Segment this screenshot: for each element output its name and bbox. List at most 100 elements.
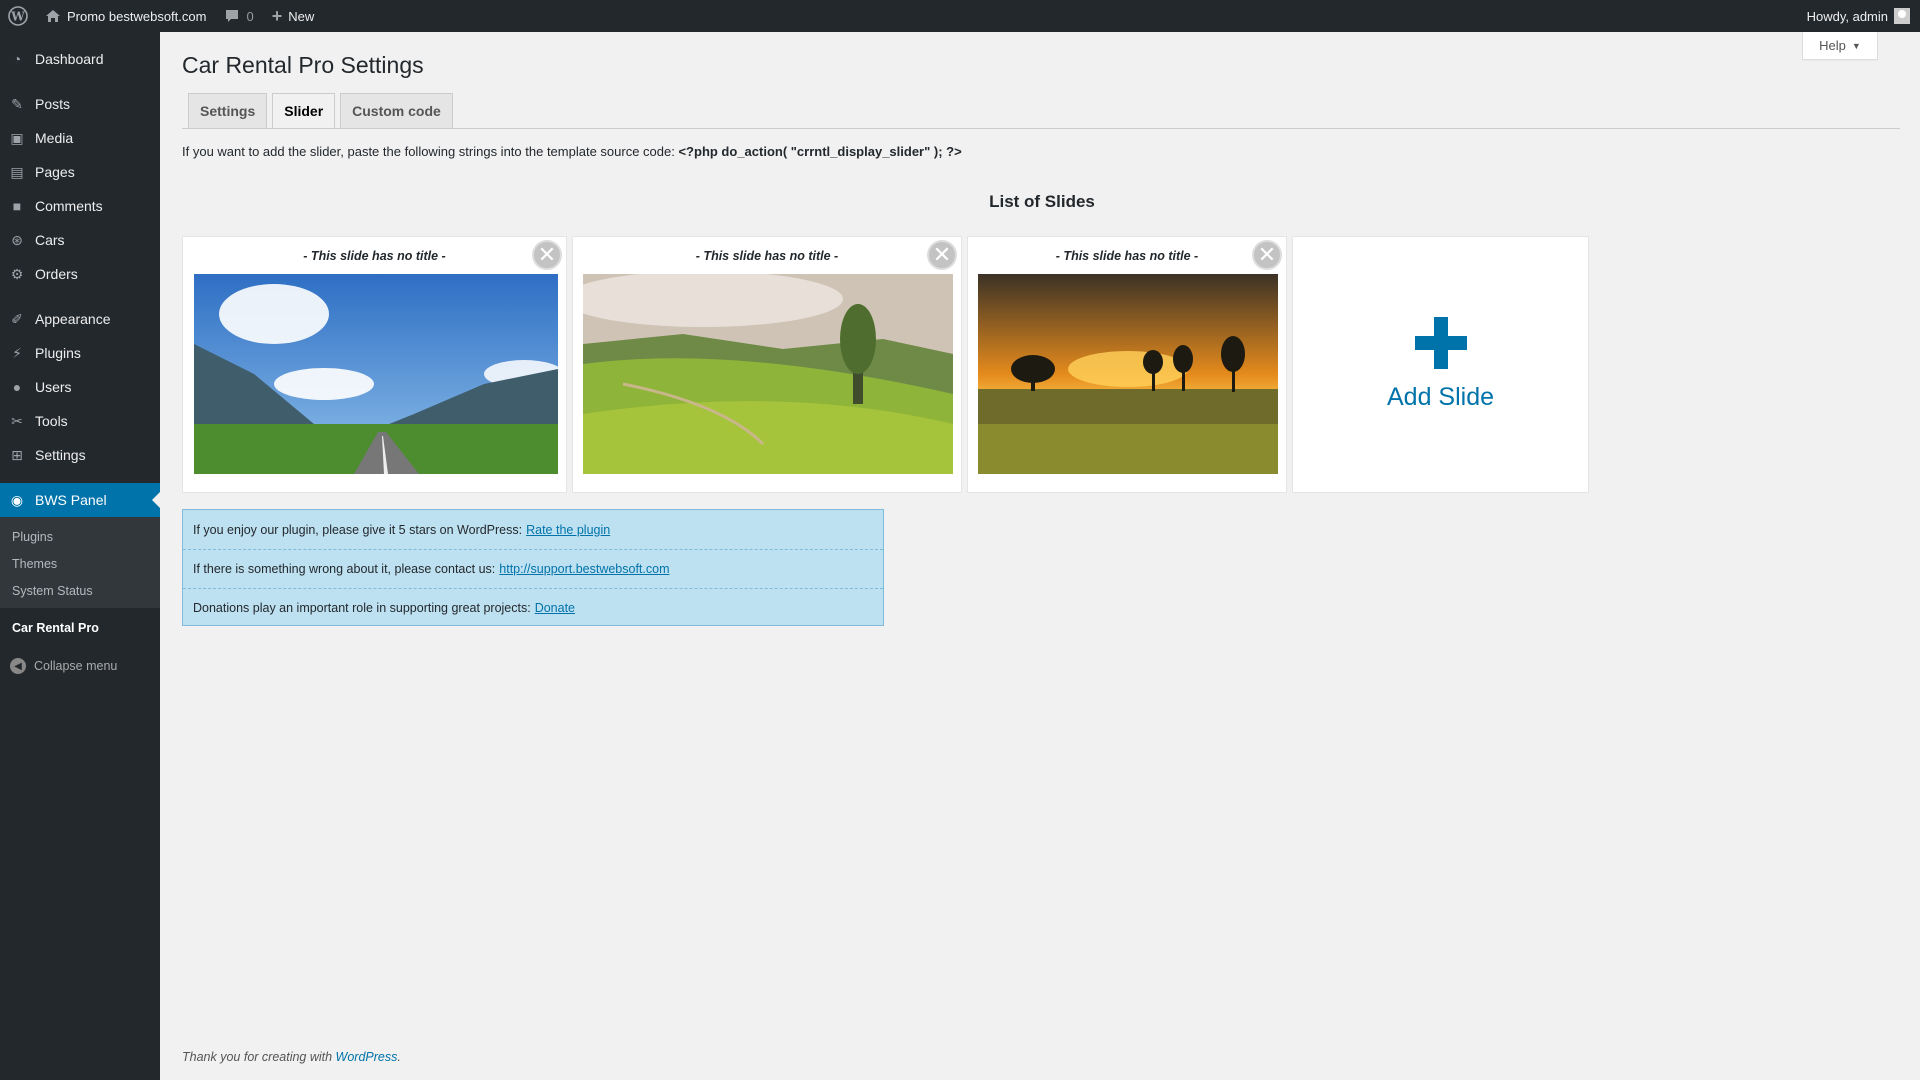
site-name-link[interactable]: Promo bestwebsoft.com <box>36 0 215 32</box>
menu-car-rental-pro[interactable]: Car Rental Pro <box>0 608 160 646</box>
sliders-icon: ⊞ <box>11 446 23 463</box>
admin-bar: W Promo bestwebsoft.com 0 + New Howdy, a… <box>0 0 1920 32</box>
tab-slider[interactable]: Slider <box>272 93 336 129</box>
menu-appearance[interactable]: ✐ Appearance <box>0 302 160 336</box>
menu-label: Appearance <box>35 311 111 327</box>
rate-row: If you enjoy our plugin, please give it … <box>183 510 883 549</box>
collapse-arrow-icon: ◀ <box>10 658 26 674</box>
gear-icon: ⚙ <box>10 265 24 282</box>
footer-credit: Thank you for creating with WordPress. <box>182 1050 401 1064</box>
comment-icon <box>226 10 239 22</box>
menu-plugins[interactable]: ⚡ Plugins <box>0 336 160 370</box>
slide-image-green-hills[interactable] <box>583 274 953 474</box>
help-label: Help <box>1819 38 1846 53</box>
media-icon: ▣ <box>10 129 24 146</box>
footer-text: Thank you for creating with <box>182 1050 336 1064</box>
menu-comments[interactable]: ■ Comments <box>0 189 160 223</box>
home-icon <box>46 10 60 22</box>
rate-text: If you enjoy our plugin, please give it … <box>193 522 523 537</box>
bws-submenu: Plugins Themes System Status <box>0 517 160 608</box>
new-content-link[interactable]: + New <box>263 0 324 32</box>
support-link[interactable]: http://support.bestwebsoft.com <box>499 562 669 576</box>
menu-settings[interactable]: ⊞ Settings <box>0 438 160 472</box>
delete-slide-icon[interactable]: ✕ <box>532 240 562 270</box>
slider-hint: If you want to add the slider, paste the… <box>182 144 962 159</box>
slide-title: - This slide has no title - <box>1055 249 1199 263</box>
pin-icon: ✎ <box>11 95 23 112</box>
comment-icon: ■ <box>12 198 22 214</box>
add-slide-label: Add Slide <box>1386 383 1495 411</box>
delete-slide-icon[interactable]: ✕ <box>927 240 957 270</box>
menu-label: Users <box>35 379 72 395</box>
menu-label: Dashboard <box>35 51 104 67</box>
plus-icon: + <box>271 5 283 26</box>
pages-icon: ▤ <box>10 163 24 180</box>
menu-label: Cars <box>35 232 65 248</box>
wordpress-link[interactable]: WordPress <box>336 1050 398 1064</box>
slide-image-sunset-field[interactable] <box>978 274 1278 474</box>
collapse-menu-button[interactable]: ◀ Collapse menu <box>0 646 160 686</box>
tab-settings[interactable]: Settings <box>188 93 268 129</box>
menu-bws-panel[interactable]: ◉ BWS Panel <box>0 483 160 517</box>
page-title: Car Rental Pro Settings <box>182 52 424 78</box>
plus-icon <box>1414 317 1467 369</box>
donate-row: Donations play an important role in supp… <box>183 588 883 627</box>
account-menu[interactable]: Howdy, admin <box>1798 0 1920 32</box>
slide-image-mountain-road[interactable] <box>194 274 558 474</box>
slide-card: - This slide has no title - ✕ <box>182 236 567 493</box>
caret-down-icon: ▼ <box>1851 40 1861 51</box>
tabs-divider <box>182 128 1900 129</box>
rate-plugin-link[interactable]: Rate the plugin <box>526 523 610 537</box>
support-text: If there is something wrong about it, pl… <box>193 562 496 576</box>
support-row: If there is something wrong about it, pl… <box>183 549 883 588</box>
slide-title: - This slide has no title - <box>695 249 839 263</box>
wrench-icon: ✂ <box>11 412 23 429</box>
menu-orders[interactable]: ⚙ Orders <box>0 257 160 291</box>
hint-code: <?php do_action( "crrntl_display_slider"… <box>678 144 962 159</box>
donate-link[interactable]: Donate <box>535 601 575 615</box>
dashboard-icon: ◔ <box>12 51 22 67</box>
new-label: New <box>288 8 315 24</box>
comments-count: 0 <box>246 8 254 24</box>
footer-end: . <box>397 1050 401 1064</box>
hint-text: If you want to add the slider, paste the… <box>182 144 679 159</box>
plug-icon: ⚡ <box>12 344 22 361</box>
menu-label: Pages <box>35 164 75 180</box>
comments-link[interactable]: 0 <box>215 0 262 32</box>
menu-label: Posts <box>35 96 71 112</box>
menu-label: BWS Panel <box>35 492 107 508</box>
submenu-themes[interactable]: Themes <box>0 550 160 577</box>
avatar <box>1894 8 1910 24</box>
submenu-plugins[interactable]: Plugins <box>0 523 160 550</box>
donate-text: Donations play an important role in supp… <box>193 601 531 615</box>
menu-label: Comments <box>35 198 103 214</box>
svg-text:W: W <box>10 10 25 24</box>
list-of-slides-title: List of Slides <box>989 192 1095 211</box>
add-slide-button[interactable]: Add Slide <box>1292 236 1589 493</box>
menu-label: Settings <box>35 447 86 463</box>
help-button[interactable]: Help ▼ <box>1802 32 1878 60</box>
menu-media[interactable]: ▣ Media <box>0 121 160 155</box>
wordpress-logo-icon[interactable]: W <box>0 0 36 32</box>
site-name: Promo bestwebsoft.com <box>67 8 207 24</box>
brush-icon: ✐ <box>11 310 23 327</box>
menu-pages[interactable]: ▤ Pages <box>0 155 160 189</box>
tab-custom-code[interactable]: Custom code <box>340 93 453 129</box>
menu-label: Orders <box>35 266 78 282</box>
slide-card: - This slide has no title - ✕ <box>572 236 962 493</box>
menu-tools[interactable]: ✂ Tools <box>0 404 160 438</box>
slide-title: - This slide has no title - <box>303 249 446 263</box>
menu-label: Tools <box>35 413 68 429</box>
menu-label: Media <box>35 130 74 146</box>
menu-users[interactable]: ● Users <box>0 370 160 404</box>
howdy-text: Howdy, admin <box>1806 8 1888 24</box>
menu-dashboard[interactable]: ◔ Dashboard <box>0 42 160 76</box>
menu-posts[interactable]: ✎ Posts <box>0 87 160 121</box>
collapse-label: Collapse menu <box>34 659 118 673</box>
admin-sidebar: ◔ Dashboard ✎ Posts ▣ Media ▤ Pages ■ Co… <box>0 32 160 1080</box>
menu-cars[interactable]: ⊛ Cars <box>0 223 160 257</box>
submenu-system-status[interactable]: System Status <box>0 577 160 604</box>
menu-label: Plugins <box>35 345 81 361</box>
bws-icon: ◉ <box>10 491 24 508</box>
delete-slide-icon[interactable]: ✕ <box>1252 240 1282 270</box>
